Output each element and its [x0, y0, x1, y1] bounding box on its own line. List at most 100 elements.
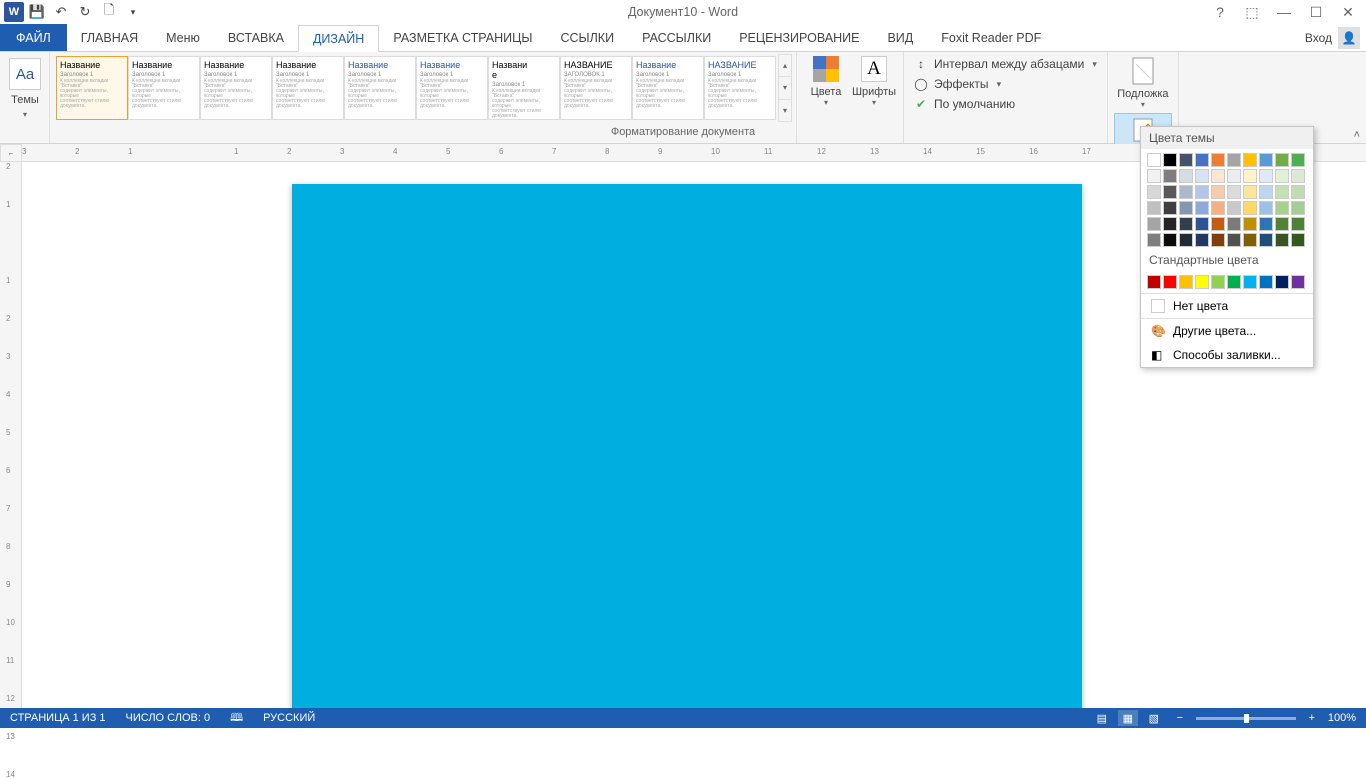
color-swatch[interactable] — [1211, 233, 1225, 247]
document-page[interactable] — [292, 184, 1082, 708]
color-swatch[interactable] — [1243, 169, 1257, 183]
color-swatch[interactable] — [1275, 169, 1289, 183]
color-swatch[interactable] — [1243, 185, 1257, 199]
color-swatch[interactable] — [1291, 169, 1305, 183]
print-layout-icon[interactable]: ▦ — [1118, 710, 1138, 726]
colors-button[interactable]: Цвета ▾ — [803, 54, 849, 107]
color-swatch[interactable] — [1147, 153, 1161, 167]
set-default-button[interactable]: ✔ По умолчанию — [910, 94, 1101, 114]
zoom-out-icon[interactable]: − — [1170, 710, 1190, 726]
gallery-scroll[interactable]: ▴ ▾ ▾ — [778, 54, 792, 122]
color-swatch[interactable] — [1179, 169, 1193, 183]
tab-дизайн[interactable]: ДИЗАЙН — [298, 25, 379, 52]
color-swatch[interactable] — [1227, 185, 1241, 199]
color-swatch[interactable] — [1163, 217, 1177, 231]
collapse-ribbon-icon[interactable]: ˄ — [1354, 129, 1360, 141]
more-colors-item[interactable]: 🎨 Другие цвета... — [1141, 319, 1313, 343]
color-swatch[interactable] — [1179, 201, 1193, 215]
paragraph-spacing-button[interactable]: ↕ Интервал между абзацами ▾ — [910, 54, 1101, 74]
effects-button[interactable]: ◯ Эффекты ▾ — [910, 74, 1101, 94]
close-icon[interactable]: ✕ — [1336, 1, 1360, 23]
color-swatch[interactable] — [1211, 153, 1225, 167]
color-swatch[interactable] — [1275, 185, 1289, 199]
signin-area[interactable]: Вход 👤 — [1305, 24, 1366, 51]
color-swatch[interactable] — [1291, 185, 1305, 199]
color-swatch[interactable] — [1179, 233, 1193, 247]
color-swatch[interactable] — [1259, 201, 1273, 215]
gallery-more-icon[interactable]: ▾ — [779, 100, 791, 121]
color-swatch[interactable] — [1147, 185, 1161, 199]
color-swatch[interactable] — [1291, 201, 1305, 215]
styleset-item[interactable]: НАЗВАНИЕЗАГОЛОВОК 1К коллекции вкладки "… — [560, 56, 632, 120]
new-doc-icon[interactable]: 🗋 — [98, 1, 120, 23]
maximize-icon[interactable]: ☐ — [1304, 1, 1328, 23]
color-swatch[interactable] — [1147, 275, 1161, 289]
color-swatch[interactable] — [1275, 233, 1289, 247]
proofing-icon[interactable]: 🕮 — [220, 709, 253, 728]
styleset-item[interactable]: НАЗВАНИЕЗаголовок 1К коллекции вкладки "… — [704, 56, 776, 120]
styleset-item[interactable]: НазваниеЗаголовок 1К коллекции вкладки "… — [128, 56, 200, 120]
color-swatch[interactable] — [1275, 201, 1289, 215]
color-swatch[interactable] — [1163, 185, 1177, 199]
color-swatch[interactable] — [1163, 233, 1177, 247]
color-swatch[interactable] — [1163, 275, 1177, 289]
color-swatch[interactable] — [1211, 169, 1225, 183]
color-swatch[interactable] — [1243, 275, 1257, 289]
styleset-item[interactable]: НазваниеЗаголовок 1К коллекции вкладки "… — [344, 56, 416, 120]
color-swatch[interactable] — [1227, 217, 1241, 231]
tab-вставка[interactable]: ВСТАВКА — [214, 24, 298, 51]
word-count[interactable]: ЧИСЛО СЛОВ: 0 — [116, 712, 221, 724]
read-mode-icon[interactable]: ▤ — [1092, 710, 1112, 726]
tab-file[interactable]: ФАЙЛ — [0, 24, 67, 51]
color-swatch[interactable] — [1211, 217, 1225, 231]
ruler-corner[interactable]: ⌐ — [0, 144, 22, 162]
color-swatch[interactable] — [1147, 217, 1161, 231]
color-swatch[interactable] — [1195, 217, 1209, 231]
color-swatch[interactable] — [1227, 169, 1241, 183]
color-swatch[interactable] — [1227, 275, 1241, 289]
color-swatch[interactable] — [1195, 185, 1209, 199]
ribbon-display-icon[interactable]: ⬚ — [1240, 1, 1264, 23]
help-icon[interactable]: ? — [1208, 1, 1232, 23]
color-swatch[interactable] — [1259, 217, 1273, 231]
tab-главная[interactable]: ГЛАВНАЯ — [67, 24, 152, 51]
color-swatch[interactable] — [1259, 185, 1273, 199]
color-swatch[interactable] — [1243, 153, 1257, 167]
language-status[interactable]: РУССКИЙ — [253, 712, 325, 724]
color-swatch[interactable] — [1195, 275, 1209, 289]
no-color-item[interactable]: Нет цвета — [1141, 294, 1313, 318]
color-swatch[interactable] — [1275, 153, 1289, 167]
color-swatch[interactable] — [1211, 185, 1225, 199]
color-swatch[interactable] — [1163, 201, 1177, 215]
color-swatch[interactable] — [1275, 217, 1289, 231]
minimize-icon[interactable]: — — [1272, 1, 1296, 23]
styleset-item[interactable]: НазваниеЗаголовок 1К коллекции вкладки "… — [416, 56, 488, 120]
color-swatch[interactable] — [1291, 233, 1305, 247]
color-swatch[interactable] — [1195, 233, 1209, 247]
zoom-slider[interactable] — [1196, 717, 1296, 720]
color-swatch[interactable] — [1291, 275, 1305, 289]
vertical-ruler[interactable]: 211234567891011121314 — [0, 162, 22, 708]
tab-разметка-страницы[interactable]: РАЗМЕТКА СТРАНИЦЫ — [379, 24, 546, 51]
color-swatch[interactable] — [1195, 153, 1209, 167]
color-swatch[interactable] — [1163, 153, 1177, 167]
gallery-down-icon[interactable]: ▾ — [779, 77, 791, 99]
zoom-level[interactable]: 100% — [1328, 712, 1356, 724]
web-layout-icon[interactable]: ▧ — [1144, 710, 1164, 726]
color-swatch[interactable] — [1179, 275, 1193, 289]
save-icon[interactable]: 💾 — [26, 1, 48, 23]
color-swatch[interactable] — [1227, 153, 1241, 167]
color-swatch[interactable] — [1259, 153, 1273, 167]
styleset-item[interactable]: Названи еЗаголовок 1К коллекции вкладки … — [488, 56, 560, 120]
color-swatch[interactable] — [1179, 153, 1193, 167]
color-swatch[interactable] — [1147, 201, 1161, 215]
tab-ссылки[interactable]: ССЫЛКИ — [546, 24, 628, 51]
color-swatch[interactable] — [1227, 201, 1241, 215]
color-swatch[interactable] — [1211, 201, 1225, 215]
color-swatch[interactable] — [1259, 275, 1273, 289]
styleset-item[interactable]: НазваниеЗаголовок 1К коллекции вкладки "… — [632, 56, 704, 120]
themes-button[interactable]: Aa Темы ▾ — [4, 54, 46, 119]
color-swatch[interactable] — [1291, 153, 1305, 167]
fill-effects-item[interactable]: ◧ Способы заливки... — [1141, 343, 1313, 367]
color-swatch[interactable] — [1147, 169, 1161, 183]
